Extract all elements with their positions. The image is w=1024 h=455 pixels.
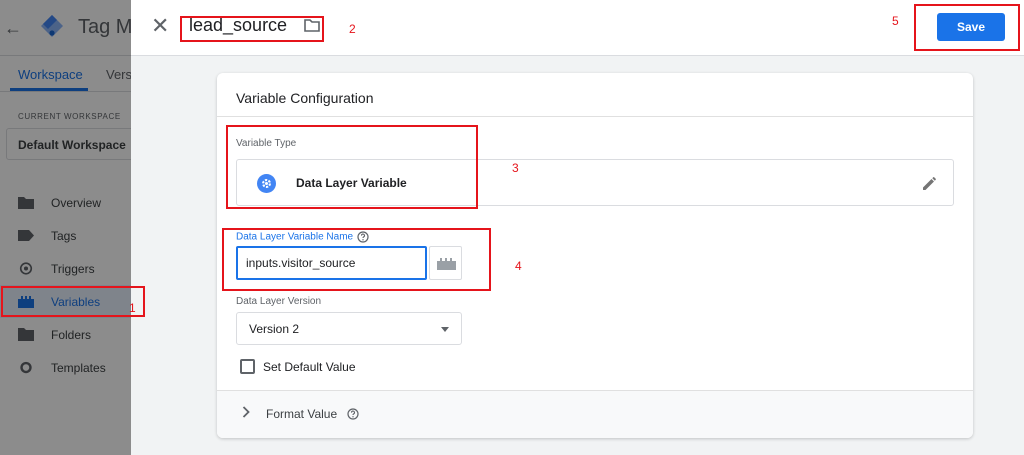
annotation-number-2: 2 (349, 22, 356, 36)
annotation-number-1: 1 (129, 301, 136, 315)
format-value-expander[interactable]: Format Value (217, 391, 973, 438)
chevron-right-icon (242, 406, 250, 418)
annotation-box-3 (226, 125, 478, 209)
card-title: Variable Configuration (236, 90, 374, 106)
annotation-box-5 (914, 4, 1020, 51)
chevron-down-icon (441, 327, 449, 332)
dl-version-value: Version 2 (249, 322, 300, 336)
annotation-number-3: 3 (512, 161, 519, 175)
dl-version-select[interactable]: Version 2 (236, 312, 462, 345)
set-default-value-label: Set Default Value (263, 360, 356, 374)
pencil-icon[interactable] (921, 174, 939, 192)
divider (217, 116, 973, 117)
annotation-number-5: 5 (892, 14, 899, 28)
checkbox-icon[interactable] (240, 359, 255, 374)
annotation-box-2 (180, 16, 324, 42)
help-icon[interactable] (347, 408, 359, 420)
annotation-number-4: 4 (515, 259, 522, 273)
format-value-label: Format Value (266, 407, 338, 421)
annotation-box-4 (222, 228, 491, 291)
close-icon[interactable]: ✕ (151, 14, 169, 38)
dl-version-label: Data Layer Version (236, 296, 322, 307)
annotation-box-1 (1, 286, 145, 317)
